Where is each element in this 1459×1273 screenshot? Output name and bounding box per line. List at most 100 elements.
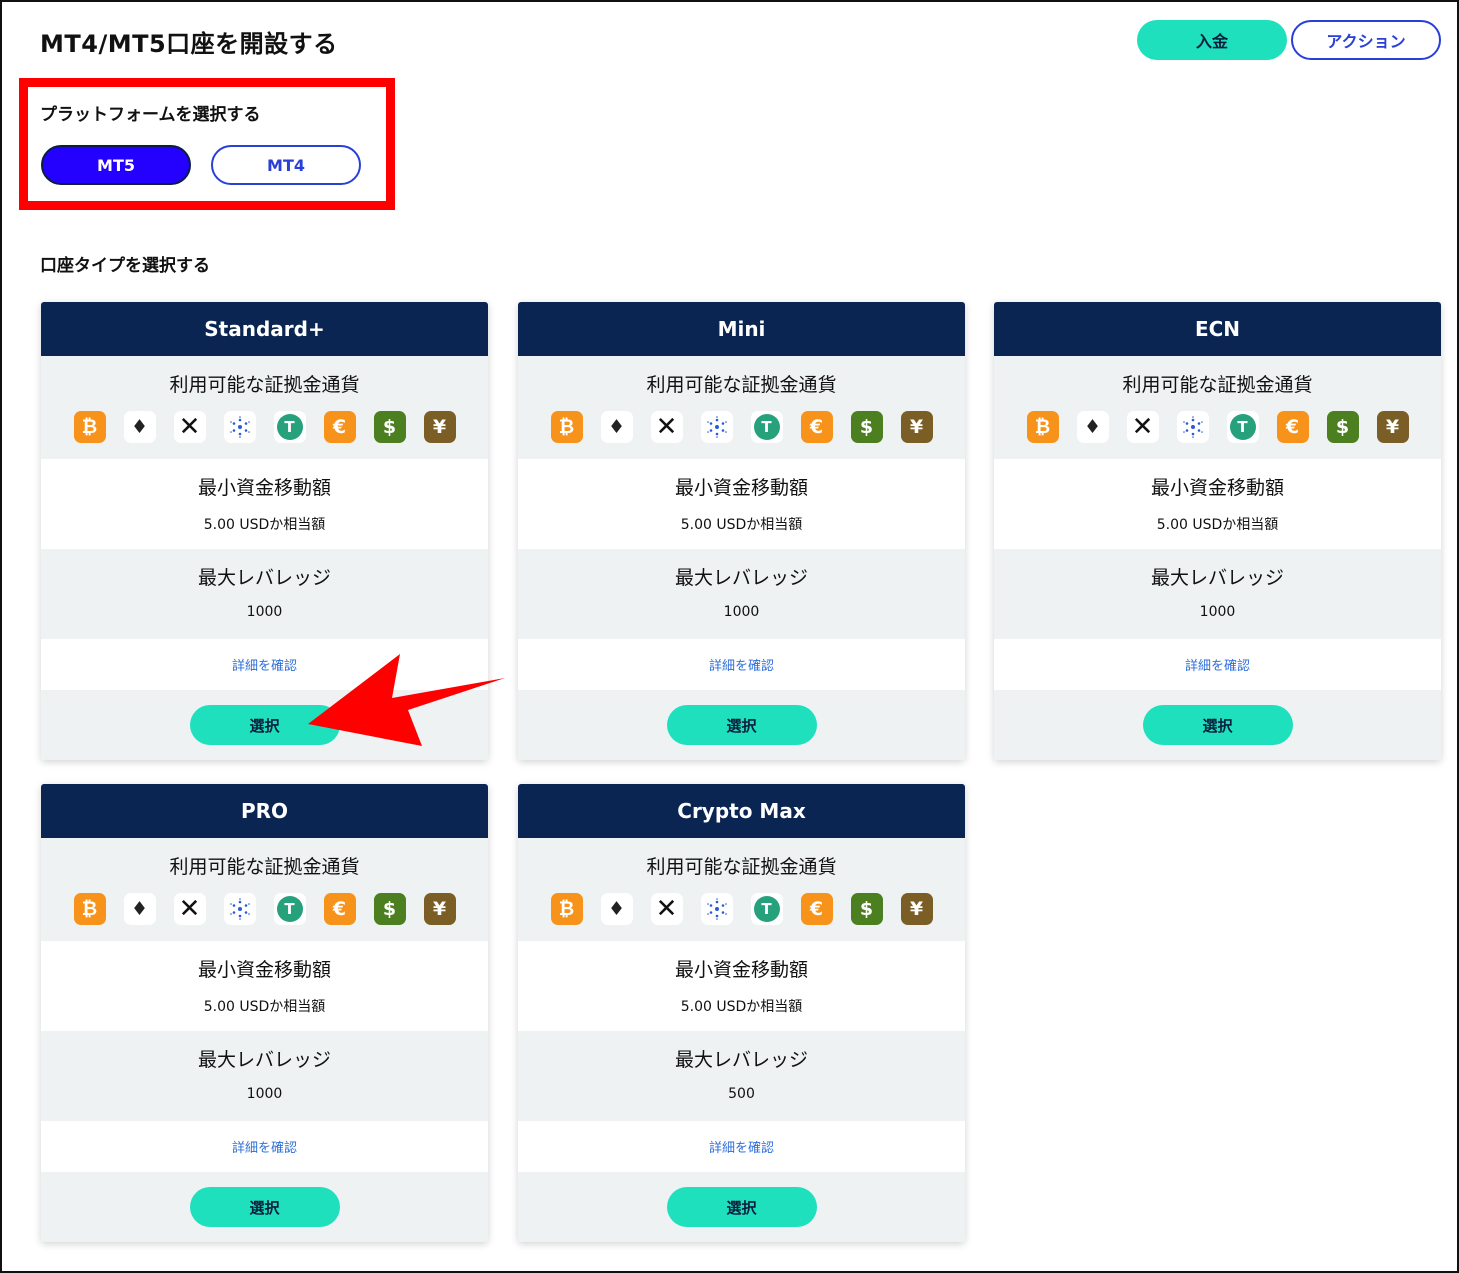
- card-min-transfer: 最小資金移動額 5.00 USDか相当額: [518, 941, 965, 1031]
- max-leverage-value: 1000: [1199, 604, 1236, 620]
- tether-icon: T: [273, 893, 306, 925]
- card-max-leverage: 最大レバレッジ 1000: [994, 549, 1441, 639]
- yen-icon: ¥: [423, 893, 456, 925]
- card-max-leverage: 最大レバレッジ 1000: [518, 549, 965, 639]
- tether-icon: T: [1226, 411, 1259, 443]
- card-title: Mini: [518, 302, 965, 356]
- yen-icon: ¥: [1376, 411, 1409, 443]
- cardano-icon: [223, 893, 256, 925]
- currency-label: 利用可能な証拠金通貨: [646, 856, 837, 878]
- cardano-icon: [223, 411, 256, 443]
- currency-icons: ₿ ♦ ✕ T € $ ¥: [518, 893, 965, 925]
- euro-icon: €: [1276, 411, 1309, 443]
- yen-icon: ¥: [900, 893, 933, 925]
- max-leverage-label: 最大レバレッジ: [1150, 567, 1284, 589]
- dollar-icon: $: [373, 411, 406, 443]
- details-link[interactable]: 詳細を確認: [994, 639, 1441, 690]
- currency-icons: ₿ ♦ ✕ T € $ ¥: [41, 893, 488, 925]
- deposit-button[interactable]: 入金: [1137, 20, 1287, 60]
- tether-icon: T: [750, 411, 783, 443]
- action-button[interactable]: アクション: [1291, 20, 1441, 60]
- account-card-ecn: ECN 利用可能な証拠金通貨 ₿ ♦ ✕ T € $ ¥ 最小資金移動額 5.0…: [994, 302, 1441, 760]
- min-transfer-value: 5.00 USDか相当額: [203, 517, 326, 533]
- ethereum-icon: ♦: [600, 411, 633, 443]
- ethereum-icon: ♦: [1076, 411, 1109, 443]
- min-transfer-label: 最小資金移動額: [197, 959, 331, 981]
- max-leverage-label: 最大レバレッジ: [674, 567, 808, 589]
- euro-icon: €: [800, 411, 833, 443]
- platform-highlight-box: [19, 78, 395, 210]
- select-button[interactable]: 選択: [1142, 705, 1293, 745]
- min-transfer-label: 最小資金移動額: [674, 959, 808, 981]
- details-link[interactable]: 詳細を確認: [518, 1121, 965, 1172]
- card-max-leverage: 最大レバレッジ 1000: [41, 549, 488, 639]
- card-footer: 選択: [518, 1172, 965, 1242]
- dollar-icon: $: [850, 893, 883, 925]
- cardano-icon: [1176, 411, 1209, 443]
- card-max-leverage: 最大レバレッジ 1000: [41, 1031, 488, 1121]
- max-leverage-value: 1000: [246, 1086, 283, 1102]
- min-transfer-label: 最小資金移動額: [197, 477, 331, 499]
- bitcoin-icon: ₿: [73, 411, 106, 443]
- currency-icons: ₿ ♦ ✕ T € $ ¥: [41, 411, 488, 443]
- select-button[interactable]: 選択: [666, 1187, 817, 1227]
- yen-icon: ¥: [900, 411, 933, 443]
- account-card-crypto-max: Crypto Max 利用可能な証拠金通貨 ₿ ♦ ✕ T € $ ¥ 最小資金…: [518, 784, 965, 1242]
- platform-section-title: プラットフォームを選択する: [40, 105, 261, 125]
- page-title: MT4/MT5口座を開設する: [40, 30, 338, 58]
- bitcoin-icon: ₿: [550, 411, 583, 443]
- card-currency-section: 利用可能な証拠金通貨 ₿ ♦ ✕ T € $ ¥: [518, 356, 965, 459]
- card-footer: 選択: [41, 1172, 488, 1242]
- dollar-icon: $: [373, 893, 406, 925]
- bitcoin-icon: ₿: [1026, 411, 1059, 443]
- account-card-mini: Mini 利用可能な証拠金通貨 ₿ ♦ ✕ T € $ ¥ 最小資金移動額 5.…: [518, 302, 965, 760]
- select-button[interactable]: 選択: [666, 705, 817, 745]
- currency-label: 利用可能な証拠金通貨: [169, 374, 360, 396]
- card-title: Crypto Max: [518, 784, 965, 838]
- cardano-icon: [700, 893, 733, 925]
- currency-icons: ₿ ♦ ✕ T € $ ¥: [518, 411, 965, 443]
- details-link[interactable]: 詳細を確認: [41, 1121, 488, 1172]
- yen-icon: ¥: [423, 411, 456, 443]
- euro-icon: €: [800, 893, 833, 925]
- select-button[interactable]: 選択: [189, 1187, 340, 1227]
- platform-mt4-button[interactable]: MT4: [211, 145, 361, 185]
- currency-icons: ₿ ♦ ✕ T € $ ¥: [994, 411, 1441, 443]
- ethereum-icon: ♦: [123, 893, 156, 925]
- max-leverage-value: 1000: [246, 604, 283, 620]
- card-min-transfer: 最小資金移動額 5.00 USDか相当額: [41, 941, 488, 1031]
- dollar-icon: $: [1326, 411, 1359, 443]
- min-transfer-value: 5.00 USDか相当額: [680, 999, 803, 1015]
- min-transfer-value: 5.00 USDか相当額: [680, 517, 803, 533]
- currency-label: 利用可能な証拠金通貨: [646, 374, 837, 396]
- annotation-arrow-icon: [308, 654, 505, 746]
- tether-icon: T: [273, 411, 306, 443]
- xrp-icon: ✕: [173, 893, 206, 925]
- ethereum-icon: ♦: [600, 893, 633, 925]
- card-min-transfer: 最小資金移動額 5.00 USDか相当額: [518, 459, 965, 549]
- card-footer: 選択: [518, 690, 965, 760]
- card-currency-section: 利用可能な証拠金通貨 ₿ ♦ ✕ T € $ ¥: [41, 356, 488, 459]
- card-currency-section: 利用可能な証拠金通貨 ₿ ♦ ✕ T € $ ¥: [994, 356, 1441, 459]
- card-min-transfer: 最小資金移動額 5.00 USDか相当額: [994, 459, 1441, 549]
- ethereum-icon: ♦: [123, 411, 156, 443]
- min-transfer-label: 最小資金移動額: [674, 477, 808, 499]
- max-leverage-value: 1000: [723, 604, 760, 620]
- min-transfer-value: 5.00 USDか相当額: [203, 999, 326, 1015]
- xrp-icon: ✕: [650, 411, 683, 443]
- cardano-icon: [700, 411, 733, 443]
- card-title: PRO: [41, 784, 488, 838]
- details-link[interactable]: 詳細を確認: [518, 639, 965, 690]
- euro-icon: €: [323, 893, 356, 925]
- platform-mt5-button[interactable]: MT5: [41, 145, 191, 185]
- xrp-icon: ✕: [173, 411, 206, 443]
- dollar-icon: $: [850, 411, 883, 443]
- card-max-leverage: 最大レバレッジ 500: [518, 1031, 965, 1121]
- card-currency-section: 利用可能な証拠金通貨 ₿ ♦ ✕ T € $ ¥: [41, 838, 488, 941]
- account-card-pro: PRO 利用可能な証拠金通貨 ₿ ♦ ✕ T € $ ¥ 最小資金移動額 5.0…: [41, 784, 488, 1242]
- bitcoin-icon: ₿: [550, 893, 583, 925]
- max-leverage-label: 最大レバレッジ: [197, 1049, 331, 1071]
- xrp-icon: ✕: [650, 893, 683, 925]
- tether-icon: T: [750, 893, 783, 925]
- card-footer: 選択: [994, 690, 1441, 760]
